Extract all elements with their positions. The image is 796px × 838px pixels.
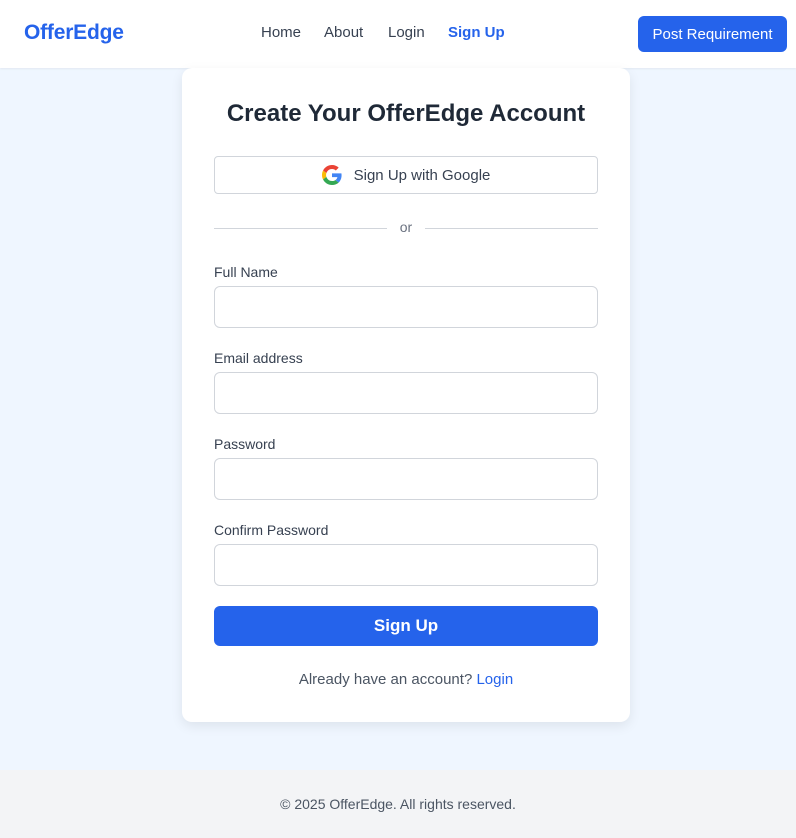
site-logo[interactable]: OfferEdge [24, 21, 124, 45]
footer-copyright: © 2025 OfferEdge. All rights reserved. [280, 796, 516, 812]
confirm-password-label: Confirm Password [214, 522, 329, 538]
login-prompt: Already have an account? Login [182, 671, 630, 688]
password-input[interactable] [214, 458, 598, 500]
site-footer: © 2025 OfferEdge. All rights reserved. [0, 770, 796, 838]
google-button-label: Sign Up with Google [353, 166, 491, 184]
email-label: Email address [214, 350, 303, 366]
divider-line-right [425, 228, 598, 229]
full-name-label: Full Name [214, 264, 278, 280]
nav-sign-up[interactable]: Sign Up [448, 24, 505, 41]
login-prompt-text: Already have an account? [298, 671, 473, 688]
sign-up-button[interactable]: Sign Up [214, 606, 598, 646]
nav-login[interactable]: Login [388, 24, 425, 41]
google-g-icon [321, 165, 342, 185]
divider-line-left [214, 228, 387, 229]
google-signup-button[interactable]: Sign Up with Google [214, 156, 598, 194]
post-requirement-button[interactable]: Post Requirement [638, 16, 787, 52]
confirm-password-input[interactable] [214, 544, 598, 586]
nav-home[interactable]: Home [261, 24, 301, 41]
divider-or: or [399, 219, 413, 235]
email-input[interactable] [214, 372, 598, 414]
nav-about[interactable]: About [324, 24, 363, 41]
site-header: OfferEdge Home About Login Sign Up Post … [0, 0, 796, 68]
signup-card: Create Your OfferEdge Account Sign Up wi… [182, 68, 630, 722]
page-title: Create Your OfferEdge Account [226, 100, 586, 127]
full-name-input[interactable] [214, 286, 598, 328]
password-label: Password [214, 436, 276, 452]
login-link[interactable]: Login [476, 671, 513, 688]
